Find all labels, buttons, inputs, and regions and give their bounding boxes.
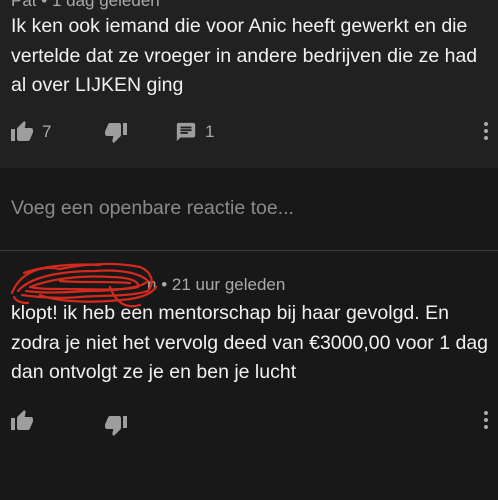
comment-author[interactable]: Pat [11, 0, 37, 10]
like-button[interactable] [10, 406, 42, 436]
comment-actions [0, 406, 498, 436]
reply-count: 1 [205, 122, 215, 141]
more-vert-icon[interactable] [482, 409, 490, 433]
comment-icon [176, 122, 196, 142]
comment-actions: 7 1 [0, 117, 498, 147]
reply-count-button[interactable]: 1 [175, 117, 214, 147]
comment-timestamp: 1 dag geleden [51, 0, 160, 10]
thumbs-up-icon [11, 121, 33, 141]
add-public-comment-box[interactable]: Voeg een openbare reactie toe... [0, 168, 498, 251]
dislike-button[interactable] [104, 117, 128, 147]
comment-text: klopt! ik heb een mentorschap bij haar g… [11, 302, 489, 383]
dislike-button[interactable] [104, 410, 128, 440]
thumbs-down-icon [105, 416, 127, 436]
thumbs-up-icon [11, 410, 33, 430]
meta-separator: • [41, 0, 48, 10]
add-comment-placeholder[interactable]: Voeg een openbare reactie toe... [11, 197, 294, 220]
comment-thread-item: n • 21 uur geleden klopt! ik heb een men… [0, 251, 498, 500]
like-button[interactable]: 7 [10, 117, 51, 147]
more-vert-icon[interactable] [482, 120, 490, 144]
comment-timestamp: 21 uur geleden [171, 275, 286, 294]
like-count: 7 [42, 122, 52, 141]
thumbs-down-icon [105, 123, 127, 143]
comment-thread-item: Pat • 1 dag geleden Ik ken ook iemand di… [0, 0, 498, 168]
comment-meta: Pat • 1 dag geleden [11, 0, 160, 11]
comment-text: Ik ken ook iemand die voor Anic heeft ge… [11, 15, 478, 96]
